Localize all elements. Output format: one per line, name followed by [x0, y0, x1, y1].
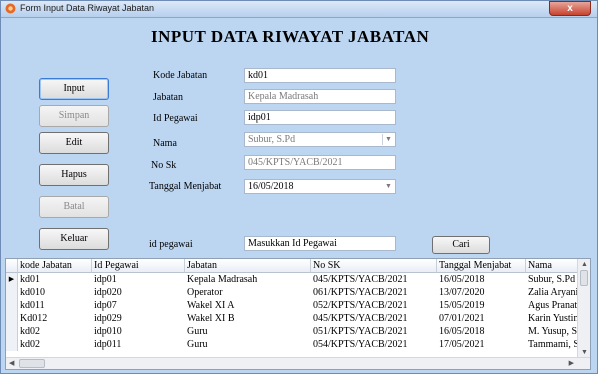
search-label: id pegawai	[149, 239, 193, 250]
page-title: INPUT DATA RIWAYAT JABATAN	[151, 27, 430, 46]
window-title: Form Input Data Riwayat Jabatan	[20, 3, 155, 13]
no-sk-field[interactable]: 045/KPTS/YACB/2021	[244, 155, 396, 170]
hapus-button[interactable]: Hapus	[39, 164, 109, 186]
table-cell[interactable]: kd011	[18, 299, 92, 312]
jabatan-field[interactable]: Kepala Madrasah	[244, 89, 396, 104]
edit-button[interactable]: Edit	[39, 132, 109, 154]
table-cell[interactable]: 13/07/2020	[437, 286, 526, 299]
keluar-button[interactable]: Keluar	[39, 228, 109, 250]
table-cell[interactable]: Karin Yustin	[526, 312, 578, 325]
table-row[interactable]: Kd012 idp029 Wakel XI B 045/KPTS/YACB/20…	[6, 312, 578, 325]
table-cell[interactable]: Operator	[185, 286, 311, 299]
tanggal-menjabat-picker[interactable]: 16/05/2018 ▼	[244, 179, 396, 194]
table-cell[interactable]: 07/01/2021	[437, 312, 526, 325]
table-row[interactable]: kd010 idp020 Operator 061/KPTS/YACB/2021…	[6, 286, 578, 299]
nama-combo[interactable]: Subur, S.Pd ▼	[244, 132, 396, 147]
table-cell[interactable]: Guru	[185, 325, 311, 338]
table-cell[interactable]: idp01	[92, 273, 185, 286]
row-header	[6, 286, 18, 299]
current-row-marker-icon: ▶	[6, 273, 18, 286]
table-cell[interactable]: idp029	[92, 312, 185, 325]
kode-jabatan-label: Kode Jabatan	[153, 70, 208, 81]
chevron-down-icon[interactable]: ▼	[382, 134, 394, 145]
table-cell[interactable]: 051/KPTS/YACB/2021	[311, 325, 437, 338]
table-cell[interactable]: 052/KPTS/YACB/2021	[311, 299, 437, 312]
row-header	[6, 338, 18, 351]
scroll-thumb[interactable]	[19, 359, 45, 368]
table-cell[interactable]: 16/05/2018	[437, 273, 526, 286]
app-window: Form Input Data Riwayat Jabatan x INPUT …	[0, 0, 598, 374]
table-cell[interactable]: 045/KPTS/YACB/2021	[311, 273, 437, 286]
column-header[interactable]: Jabatan	[185, 259, 311, 273]
close-button[interactable]: x	[549, 1, 591, 16]
table-cell[interactable]: Wakel XI A	[185, 299, 311, 312]
id-pegawai-label: Id Pegawai	[153, 113, 198, 124]
table-cell[interactable]: 17/05/2021	[437, 338, 526, 351]
kode-jabatan-field[interactable]: kd01	[244, 68, 396, 83]
row-header	[6, 312, 18, 325]
row-header	[6, 325, 18, 338]
jabatan-label: Jabatan	[153, 92, 183, 103]
table-cell[interactable]: 15/05/2019	[437, 299, 526, 312]
table-cell[interactable]: Kd012	[18, 312, 92, 325]
table-cell[interactable]: Kepala Madrasah	[185, 273, 311, 286]
cari-button[interactable]: Cari	[432, 236, 490, 254]
column-header[interactable]: kode Jabatan	[18, 259, 92, 273]
table-cell[interactable]: idp020	[92, 286, 185, 299]
table-cell[interactable]: 061/KPTS/YACB/2021	[311, 286, 437, 299]
column-header[interactable]: Id Pegawai	[92, 259, 185, 273]
vertical-scrollbar[interactable]: ▲ ▼	[577, 259, 590, 357]
scroll-left-icon[interactable]: ◀	[9, 359, 14, 367]
row-header	[6, 299, 18, 312]
scroll-thumb[interactable]	[580, 270, 588, 286]
column-header[interactable]: Tanggal Menjabat	[437, 259, 526, 273]
scroll-right-icon[interactable]: ▶	[569, 359, 574, 367]
no-sk-label: No Sk	[151, 160, 177, 171]
table-cell[interactable]: kd02	[18, 325, 92, 338]
table-cell[interactable]: kd02	[18, 338, 92, 351]
table-cell[interactable]: idp011	[92, 338, 185, 351]
title-bar[interactable]: Form Input Data Riwayat Jabatan x	[1, 1, 597, 18]
table-cell[interactable]: kd01	[18, 273, 92, 286]
table-cell[interactable]: Tammami, S	[526, 338, 578, 351]
table-cell[interactable]: Wakel XI B	[185, 312, 311, 325]
table-row[interactable]: ▶ kd01 idp01 Kepala Madrasah 045/KPTS/YA…	[6, 273, 578, 286]
table-cell[interactable]: Subur, S.Pd	[526, 273, 578, 286]
table-cell[interactable]: Agus Pranatr	[526, 299, 578, 312]
id-pegawai-field[interactable]: idp01	[244, 110, 396, 125]
data-grid[interactable]: kode Jabatan Id Pegawai Jabatan No SK Ta…	[5, 258, 591, 370]
scroll-down-icon[interactable]: ▼	[581, 348, 588, 356]
table-row[interactable]: kd011 idp07 Wakel XI A 052/KPTS/YACB/202…	[6, 299, 578, 312]
chevron-down-icon[interactable]: ▼	[383, 181, 394, 192]
search-input[interactable]: Masukkan Id Pegawai	[244, 236, 396, 251]
horizontal-scrollbar[interactable]: ◀ ▶	[6, 357, 590, 369]
batal-button[interactable]: Batal	[39, 196, 109, 218]
table-cell[interactable]: Zalia Aryani,	[526, 286, 578, 299]
tanggal-menjabat-label: Tanggal Menjabat	[149, 181, 222, 192]
tanggal-menjabat-value: 16/05/2018	[248, 181, 294, 192]
table-cell[interactable]: kd010	[18, 286, 92, 299]
app-icon	[5, 3, 16, 14]
nama-label: Nama	[153, 138, 177, 149]
column-header[interactable]: Nama	[526, 259, 578, 273]
column-header[interactable]: No SK	[311, 259, 437, 273]
nama-value: Subur, S.Pd	[248, 134, 296, 145]
input-button[interactable]: Input	[39, 78, 109, 100]
table-cell[interactable]: idp010	[92, 325, 185, 338]
row-header-corner	[6, 259, 18, 273]
table-cell[interactable]: M. Yusup, S	[526, 325, 578, 338]
table-row[interactable]: kd02 idp011 Guru 054/KPTS/YACB/2021 17/0…	[6, 338, 578, 351]
table-cell[interactable]: Guru	[185, 338, 311, 351]
scroll-up-icon[interactable]: ▲	[581, 260, 588, 268]
table-row[interactable]: kd02 idp010 Guru 051/KPTS/YACB/2021 16/0…	[6, 325, 578, 338]
table-cell[interactable]: 045/KPTS/YACB/2021	[311, 312, 437, 325]
table-cell[interactable]: 16/05/2018	[437, 325, 526, 338]
table-cell[interactable]: idp07	[92, 299, 185, 312]
table-cell[interactable]: 054/KPTS/YACB/2021	[311, 338, 437, 351]
simpan-button[interactable]: Simpan	[39, 105, 109, 127]
